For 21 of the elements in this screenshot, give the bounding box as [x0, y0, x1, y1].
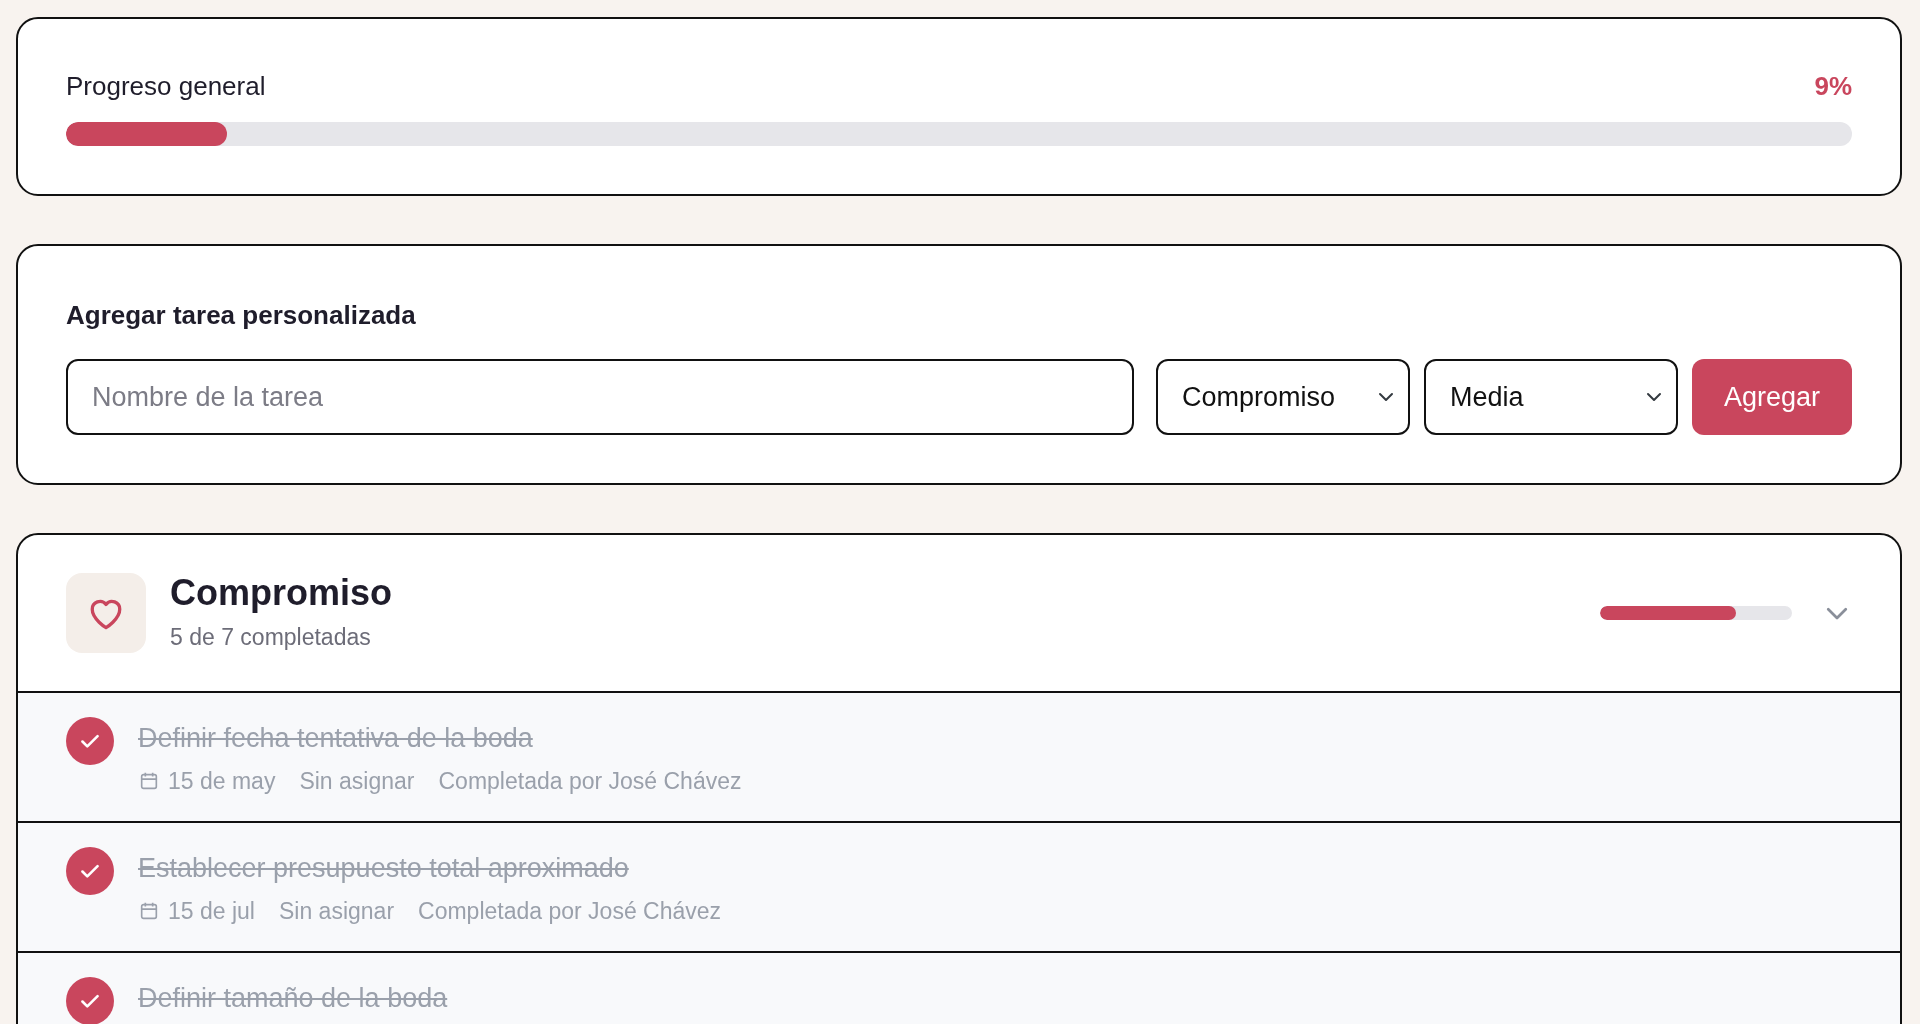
category-summary: 5 de 7 completadas [170, 623, 372, 653]
task-checkbox[interactable] [66, 716, 114, 765]
task-name-field[interactable]: Nombre de la tarea [66, 359, 1134, 435]
task-assignee: Sin asignar [278, 896, 395, 926]
task-checkbox[interactable] [66, 846, 114, 895]
task-title: Definir tamaño de la boda [138, 981, 448, 1015]
task-date: 15 de may [168, 766, 276, 796]
add-button[interactable]: Agregar [1691, 359, 1852, 435]
task-title: Establecer presupuesto total aproximado [138, 851, 630, 885]
task-checkbox[interactable] [66, 976, 114, 1024]
progress-label: Progreso general [66, 70, 266, 103]
task-date: 15 de jul [168, 896, 255, 926]
priority-select[interactable]: Media [1423, 359, 1678, 435]
form-title: Agregar tarea personalizada [66, 299, 417, 332]
category-select[interactable]: Compromiso [1155, 359, 1410, 435]
task-title: Definir fecha tentativa de la boda [138, 721, 534, 755]
progress-percent: 9% [1814, 70, 1852, 103]
task-completed-by: Completada por José Chávez [438, 766, 742, 796]
category-title: Compromiso [170, 571, 393, 615]
task-completed-by: Completada por José Chávez [418, 896, 722, 926]
task-assignee: Sin asignar [299, 766, 415, 796]
